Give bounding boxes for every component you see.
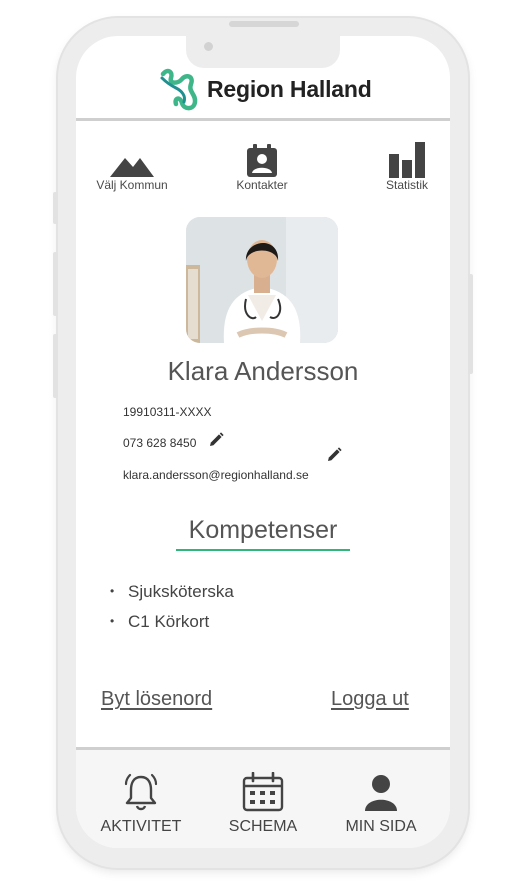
list-item: • Sjuksköterska [110, 580, 234, 610]
profile-photo [186, 217, 338, 343]
app-header-logo: Region Halland [158, 66, 378, 112]
calendar-icon [242, 772, 284, 812]
competence-label: Sjuksköterska [128, 582, 234, 601]
nav-valj-kommun[interactable]: Välj Kommun [77, 150, 187, 192]
bottom-nav-min-sida-label: MIN SIDA [345, 818, 417, 835]
brand-name: Region Halland [207, 76, 372, 102]
profile-name: Klara Andersson [167, 356, 359, 386]
bottom-nav-schema[interactable]: SCHEMA [203, 772, 323, 836]
phone-side-button [468, 274, 473, 374]
bottom-nav-aktivitet[interactable]: AKTIVITET [81, 772, 201, 836]
app-stage: Region Halland Välj Kommun Kontakter Sta… [0, 0, 526, 886]
phone-side-button [53, 334, 58, 398]
bottom-nav-min-sida[interactable]: MIN SIDA [321, 772, 441, 836]
phone-number: 073 628 8450 [123, 436, 197, 450]
personal-number: 19910311-XXXX [123, 405, 212, 419]
list-item: • C1 Körkort [110, 610, 234, 640]
header-divider [76, 118, 450, 121]
competences-underline [176, 549, 350, 551]
bullet: • [110, 614, 115, 628]
bottom-nav-aktivitet-label: AKTIVITET [100, 818, 182, 835]
contacts-icon [247, 144, 277, 177]
competence-label: C1 Körkort [128, 612, 210, 631]
nav-statistik-label: Statistik [385, 178, 428, 192]
bottom-nav-schema-label: SCHEMA [228, 818, 298, 835]
pencil-icon [328, 447, 342, 461]
phone-side-button [53, 252, 58, 316]
nav-kontakter[interactable]: Kontakter [207, 144, 317, 192]
user-icon [365, 775, 397, 811]
bell-icon [124, 773, 158, 811]
mountain-icon [110, 158, 154, 177]
bar-chart-icon [389, 142, 425, 178]
edit-phone-button[interactable] [208, 432, 224, 453]
change-password-link[interactable]: Byt lösenord [101, 688, 212, 711]
nav-valj-kommun-label: Välj Kommun [96, 178, 168, 192]
logout-link[interactable]: Logga ut [331, 688, 409, 711]
nav-kontakter-label: Kontakter [236, 178, 288, 192]
nav-statistik[interactable]: Statistik [352, 140, 462, 192]
phone-camera [204, 42, 213, 51]
phone-speaker [229, 21, 299, 27]
competences-list: • Sjuksköterska • C1 Körkort [110, 580, 234, 640]
region-halland-logo-icon [160, 68, 198, 111]
email-address: klara.andersson@regionhalland.se [123, 468, 309, 482]
bullet: • [110, 584, 115, 598]
edit-email-button[interactable] [326, 447, 342, 468]
pencil-icon [210, 432, 224, 446]
competences-title: Kompetenser [188, 516, 338, 544]
phone-side-button [53, 192, 58, 224]
